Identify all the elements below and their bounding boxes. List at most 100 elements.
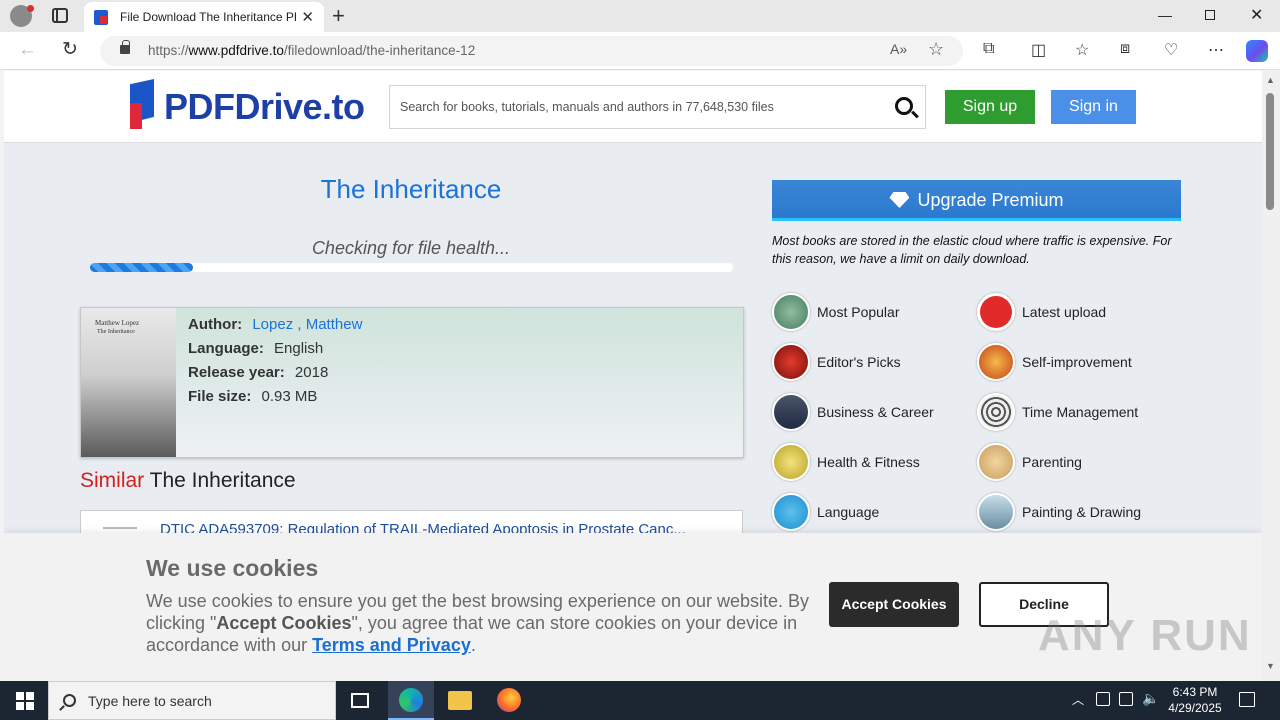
category-label: Language <box>817 504 880 520</box>
file-health-status: Checking for file health... <box>311 238 511 258</box>
editors-picks-icon <box>772 343 810 381</box>
release-year-label: Release year: <box>188 364 285 381</box>
scroll-down-arrow-icon[interactable]: ▼ <box>1266 661 1275 671</box>
language-label: Language: <box>188 340 264 357</box>
cookie-text: We use cookies to ensure you get the bes… <box>146 591 810 655</box>
site-logo-text[interactable]: PDFDrive.to <box>164 86 365 128</box>
extensions-icon[interactable]: ⧉ <box>983 40 994 58</box>
new-tab-button[interactable]: + <box>332 3 345 29</box>
taskbar-search-icon <box>63 694 76 707</box>
address-bar[interactable]: https://www.pdfdrive.to/filedownload/the… <box>100 36 963 66</box>
copilot-icon[interactable] <box>1246 40 1268 62</box>
taskbar-search-placeholder: Type here to search <box>88 693 212 709</box>
split-screen-icon[interactable]: ◫ <box>1031 40 1046 60</box>
site-header: PDFDrive.to Search for books, tutorials,… <box>4 71 1262 143</box>
clock-time: 6:43 PM <box>1172 685 1218 699</box>
scroll-up-arrow-icon[interactable]: ▲ <box>1266 75 1275 85</box>
cookie-title: We use cookies <box>146 555 319 581</box>
browser-essentials-icon[interactable]: ♡ <box>1164 40 1178 60</box>
pdfdrive-logo-icon[interactable] <box>130 79 154 129</box>
web-page: PDFDrive.to Search for books, tutorials,… <box>4 71 1262 681</box>
premium-note: Most books are stored in the elastic clo… <box>772 234 1172 266</box>
author-link-matthew[interactable]: , Matthew <box>297 316 362 333</box>
tab-actions-icon[interactable] <box>52 8 68 23</box>
book-info-panel: Matthew Lopez The Inheritance Author: Lo… <box>80 307 744 458</box>
tab-title: File Download The Inheritance PDF <box>120 10 296 24</box>
terms-privacy-link[interactable]: Terms and Privacy <box>312 635 471 655</box>
clock-date: 4/29/2025 <box>1168 701 1222 715</box>
time-management-icon <box>977 393 1015 431</box>
notifications-icon[interactable] <box>1239 692 1255 707</box>
task-view-icon[interactable] <box>351 693 369 708</box>
browser-tab-bar: File Download The Inheritance PDF ✕ + — … <box>0 0 1280 32</box>
language-value: English <box>274 340 324 357</box>
window-minimize-button[interactable]: — <box>1158 7 1172 23</box>
tab-close-icon[interactable]: ✕ <box>301 8 314 26</box>
taskbar-edge-button[interactable] <box>388 681 434 720</box>
search-icon[interactable] <box>895 97 913 115</box>
taskbar-clock[interactable]: 6:43 PM 4/29/2025 <box>1160 684 1230 716</box>
favorite-star-icon[interactable]: ☆ <box>928 39 944 60</box>
health-fitness-icon <box>772 443 810 481</box>
cookie-banner: We use cookies We use cookies to ensure … <box>4 533 1262 681</box>
latest-upload-icon <box>977 293 1015 331</box>
signup-button[interactable]: Sign up <box>945 90 1035 124</box>
tray-overflow-chevron-icon[interactable]: ︿ <box>1072 691 1084 708</box>
favorites-icon[interactable]: ☆ <box>1075 40 1089 60</box>
self-improvement-icon <box>977 343 1015 381</box>
diamond-icon <box>889 192 910 208</box>
category-label: Time Management <box>1022 404 1139 420</box>
browser-tab-active[interactable]: File Download The Inheritance PDF ✕ <box>84 2 324 32</box>
language-row: Language: English <box>188 340 323 357</box>
file-health-progress <box>90 263 733 272</box>
language-icon <box>772 493 810 531</box>
windows-start-icon[interactable] <box>16 692 34 710</box>
file-size-label: File size: <box>188 388 252 405</box>
window-close-button[interactable]: ✕ <box>1250 5 1263 25</box>
network-icon[interactable] <box>1119 692 1133 706</box>
pdfdrive-favicon-icon <box>94 10 108 25</box>
book-title: The Inheritance <box>320 174 502 204</box>
back-arrow-icon[interactable]: ← <box>18 39 37 61</box>
category-label: Latest upload <box>1022 304 1107 320</box>
firefox-icon[interactable] <box>497 688 521 712</box>
taskbar-search-input[interactable]: Type here to search <box>48 681 336 720</box>
book-cover-image: Matthew Lopez The Inheritance <box>81 308 176 457</box>
category-label: Health & Fitness <box>817 454 920 470</box>
site-search-input[interactable]: Search for books, tutorials, manuals and… <box>389 85 926 129</box>
tray-device-icon[interactable] <box>1096 692 1110 706</box>
window-maximize-button[interactable] <box>1205 10 1215 20</box>
similar-heading: Similar The Inheritance <box>80 469 296 493</box>
release-year-row: Release year: 2018 <box>188 364 328 381</box>
scrollbar-thumb[interactable] <box>1266 93 1274 210</box>
similar-prefix: Similar <box>80 469 145 492</box>
page-scrollbar[interactable]: ▲ ▼ <box>1262 71 1280 681</box>
signin-button[interactable]: Sign in <box>1051 90 1136 124</box>
edge-browser-icon <box>399 688 423 712</box>
most-popular-icon <box>772 293 810 331</box>
cover-author-text: Matthew Lopez <box>95 319 140 327</box>
category-label: Editor's Picks <box>817 354 901 370</box>
file-size-row: File size: 0.93 MB <box>188 388 317 405</box>
collections-icon[interactable]: ⧈ <box>1120 40 1130 58</box>
volume-icon[interactable]: 🔈 <box>1142 690 1159 707</box>
reload-icon[interactable]: ↻ <box>62 38 78 61</box>
category-label: Self-improvement <box>1022 354 1132 370</box>
profile-notification-dot <box>27 5 34 12</box>
category-label: Parenting <box>1022 454 1082 470</box>
accept-cookies-button[interactable]: Accept Cookies <box>829 582 959 627</box>
url-text[interactable]: https://www.pdfdrive.to/filedownload/the… <box>148 43 475 58</box>
anyrun-watermark: ANY RUN <box>1038 611 1252 660</box>
parenting-icon <box>977 443 1015 481</box>
read-aloud-icon[interactable]: A» <box>890 41 907 57</box>
browser-nav-bar: ← ↻ https://www.pdfdrive.to/filedownload… <box>0 32 1280 70</box>
lock-icon[interactable] <box>120 40 130 54</box>
file-explorer-icon[interactable] <box>448 691 472 710</box>
author-link-lopez[interactable]: Lopez <box>252 316 293 333</box>
more-menu-icon[interactable]: ⋯ <box>1208 40 1224 60</box>
category-label: Business & Career <box>817 404 934 420</box>
file-size-value: 0.93 MB <box>261 388 318 405</box>
upgrade-premium-button[interactable]: Upgrade Premium <box>772 180 1181 221</box>
progress-fill <box>90 263 193 272</box>
author-row: Author: Lopez , Matthew <box>188 316 362 333</box>
